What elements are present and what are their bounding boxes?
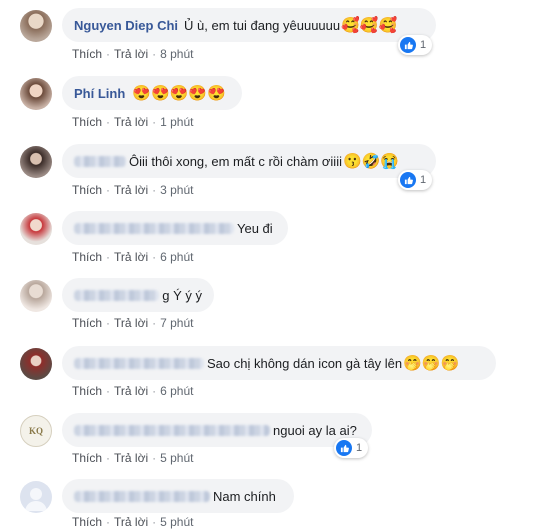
reply-link[interactable]: Trả lời <box>114 316 148 330</box>
like-link[interactable]: Thích <box>72 451 102 465</box>
timestamp[interactable]: 6 phút <box>160 250 193 264</box>
reply-link[interactable]: Trả lời <box>114 451 148 465</box>
reaction-badge[interactable]: 1 <box>398 170 433 190</box>
blurred-author-name <box>74 357 204 369</box>
reply-link[interactable]: Trả lời <box>114 47 148 61</box>
comment-text: nguoi ay la ai? <box>273 422 357 438</box>
like-link[interactable]: Thích <box>72 515 102 529</box>
comment-bubble: g Ý ý ý <box>62 278 214 312</box>
avatar[interactable] <box>20 213 52 245</box>
like-link[interactable]: Thích <box>72 47 102 61</box>
like-reaction-icon <box>400 172 416 188</box>
comment-text: Ôiii thôi xong, em mất c rồi chàm ơiiii <box>129 153 342 169</box>
blurred-author-name <box>74 424 270 436</box>
blurred-author-name <box>74 222 234 234</box>
reaction-count: 1 <box>420 174 427 186</box>
comment-bubble: Nam chính <box>62 479 294 513</box>
like-link[interactable]: Thích <box>72 183 102 197</box>
blurred-author-name <box>74 490 210 502</box>
like-reaction-icon <box>400 37 416 53</box>
timestamp[interactable]: 5 phút <box>160 515 193 529</box>
reply-link[interactable]: Trả lời <box>114 183 148 197</box>
avatar-monogram: KQ <box>28 426 43 436</box>
comment-emoji: 😍😍😍😍😍 <box>132 85 226 102</box>
comment-bubble: Phí Linh 😍😍😍😍😍 <box>62 76 242 110</box>
like-reaction-icon <box>336 440 352 456</box>
comment-author[interactable]: Phí Linh <box>74 86 125 101</box>
like-link[interactable]: Thích <box>72 384 102 398</box>
comment-bubble: Sao chị không dán icon gà tây lên 🤭🤭🤭 <box>62 346 496 380</box>
reply-link[interactable]: Trả lời <box>114 115 148 129</box>
comment-actions: Thích · Trả lời · 6 phút <box>72 384 194 398</box>
blurred-author-name <box>74 155 126 167</box>
reply-link[interactable]: Trả lời <box>114 250 148 264</box>
comment-emoji: 😗🤣😭 <box>342 153 400 170</box>
avatar[interactable] <box>20 10 52 42</box>
comment-actions: Thích · Trả lời · 5 phút <box>72 451 194 465</box>
comment-actions: Thích · Trả lời · 5 phút <box>72 515 194 529</box>
avatar[interactable] <box>20 481 52 513</box>
like-link[interactable]: Thích <box>72 316 102 330</box>
comment-text: g Ý ý ý <box>162 287 202 303</box>
avatar[interactable] <box>20 280 52 312</box>
blurred-author-name <box>74 289 160 301</box>
comment-author[interactable]: Nguyen Diep Chi <box>74 18 178 33</box>
comment-bubble: Nguyen Diep Chi Ủ ù, em tui đang yêuuuuu… <box>62 8 436 42</box>
reaction-count: 1 <box>356 442 363 454</box>
comment-text: Yeu đi <box>237 220 273 236</box>
comment-bubble: Ôiii thôi xong, em mất c rồi chàm ơiiii … <box>62 144 436 178</box>
timestamp[interactable]: 8 phút <box>160 47 193 61</box>
comment-actions: Thích · Trả lời · 8 phút <box>72 47 194 61</box>
avatar[interactable]: KQ <box>20 415 52 447</box>
comment-text: Sao chị không dán icon gà tây lên <box>207 355 403 371</box>
timestamp[interactable]: 3 phút <box>160 183 193 197</box>
reply-link[interactable]: Trả lời <box>114 384 148 398</box>
comment-text: Nam chính <box>213 488 276 504</box>
timestamp[interactable]: 1 phút <box>160 115 193 129</box>
reaction-badge[interactable]: 1 <box>398 35 433 55</box>
comment-actions: Thích · Trả lời · 6 phút <box>72 250 194 264</box>
reply-link[interactable]: Trả lời <box>114 515 148 529</box>
timestamp[interactable]: 6 phút <box>160 384 193 398</box>
comment-emoji: 🥰🥰🥰 <box>341 17 398 34</box>
comment-actions: Thích · Trả lời · 1 phút <box>72 115 194 129</box>
like-link[interactable]: Thích <box>72 250 102 264</box>
avatar[interactable] <box>20 146 52 178</box>
comment-text: Ủ ù, em tui đang yêuuuuuu <box>184 17 341 33</box>
timestamp[interactable]: 7 phút <box>160 316 193 330</box>
avatar[interactable] <box>20 348 52 380</box>
timestamp[interactable]: 5 phút <box>160 451 193 465</box>
like-link[interactable]: Thích <box>72 115 102 129</box>
default-avatar-icon <box>25 488 47 511</box>
avatar[interactable] <box>20 78 52 110</box>
comment-emoji: 🤭🤭🤭 <box>403 355 460 372</box>
comment-bubble: nguoi ay la ai? <box>62 413 372 447</box>
reaction-badge[interactable]: 1 <box>334 438 369 458</box>
comment-bubble: Yeu đi <box>62 211 288 245</box>
comment-actions: Thích · Trả lời · 7 phút <box>72 316 194 330</box>
reaction-count: 1 <box>420 39 427 51</box>
comment-actions: Thích · Trả lời · 3 phút <box>72 183 194 197</box>
